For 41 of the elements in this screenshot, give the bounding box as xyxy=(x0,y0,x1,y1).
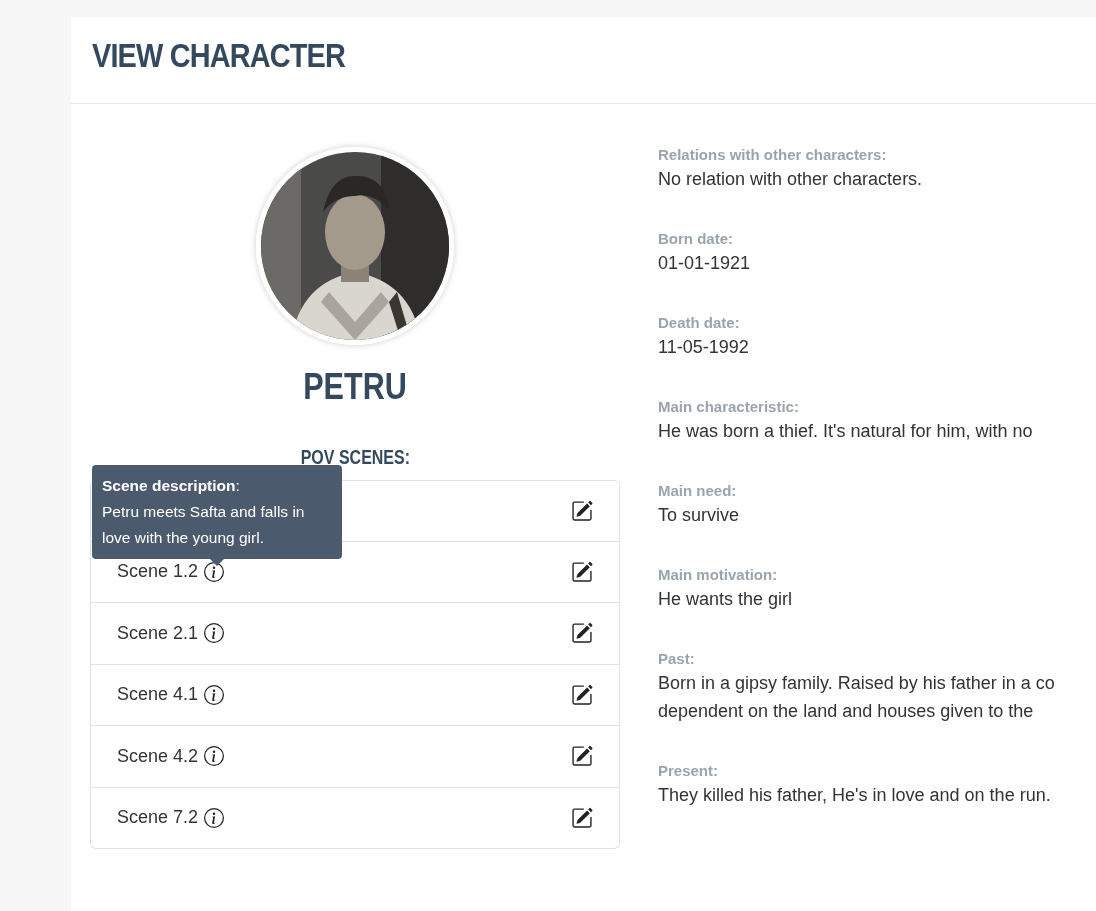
tooltip-arrow xyxy=(210,559,224,567)
field-value: No relation with other characters. xyxy=(658,168,924,191)
edit-icon[interactable] xyxy=(571,683,593,706)
info-icon[interactable] xyxy=(204,561,225,582)
field-label: Present: xyxy=(658,761,720,781)
edit-icon[interactable] xyxy=(571,499,593,522)
scene-row[interactable]: Scene 4.2 xyxy=(90,726,620,788)
scene-name: Scene 7.2 xyxy=(117,806,199,830)
tooltip: Scene description: Petru meets Safta and falls in love with the young girl. xyxy=(92,465,342,560)
field-value: They killed his father, He's in love and on the run. xyxy=(658,784,1052,807)
scene-name: Scene 4.2 xyxy=(117,744,199,768)
info-icon[interactable] xyxy=(204,807,225,828)
field-label: Main motivation: xyxy=(658,565,779,585)
page-title: VIEW CHARACTER xyxy=(92,35,345,76)
field-value: 01-01-1921 xyxy=(658,252,752,275)
field-value: To survive xyxy=(658,504,741,527)
character-name: PETRU xyxy=(303,365,407,409)
info-icon[interactable] xyxy=(204,684,225,705)
edit-icon[interactable] xyxy=(571,806,593,829)
edit-icon[interactable] xyxy=(571,622,593,645)
scene-row[interactable]: Scene 7.2 xyxy=(90,787,620,850)
field-label: Past: xyxy=(658,649,696,669)
scene-row[interactable]: Scene 2.1 xyxy=(90,603,620,665)
field-value: He was born a thief. It's natural for him, with no xyxy=(658,420,1034,443)
info-icon[interactable] xyxy=(204,623,225,644)
field-label: Main need: xyxy=(658,481,738,501)
info-icon[interactable] xyxy=(204,746,225,767)
scene-name: Scene 4.1 xyxy=(117,683,199,707)
field-value: He wants the girl xyxy=(658,588,794,611)
field-value: 11-05-1992 xyxy=(658,336,750,359)
scene-name: Scene 2.1 xyxy=(117,621,199,645)
field-value: dependent on the land and houses given to the xyxy=(658,700,1035,723)
field-label: Death date: xyxy=(658,313,741,333)
edit-icon[interactable] xyxy=(571,560,593,583)
field-label: Main characteristic: xyxy=(658,397,800,417)
scene-row[interactable]: Scene 4.1 xyxy=(90,664,620,727)
field-value: Born in a gipsy family. Raised by his father in a co xyxy=(658,672,1055,695)
scene-name: Scene 1.2 xyxy=(117,560,199,584)
field-label: Born date: xyxy=(658,229,734,249)
edit-icon[interactable] xyxy=(571,745,593,768)
field-label: Relations with other characters: xyxy=(658,145,888,165)
